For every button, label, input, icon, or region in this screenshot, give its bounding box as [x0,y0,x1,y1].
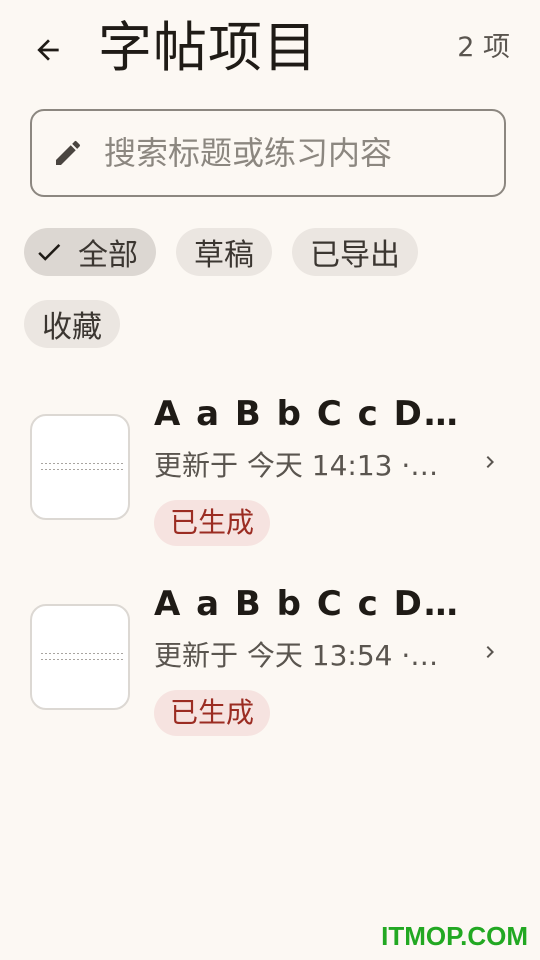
filter-chip-label: 全部 [78,238,138,273]
filter-chip-favorites[interactable]: 收藏 [24,300,120,348]
item-title: A a B b C c D d … [154,394,464,434]
pencil-icon [52,137,84,169]
filter-chip-label: 已导出 [310,238,400,273]
copybook-thumbnail [30,414,130,520]
status-badge: 已生成 [154,690,271,736]
copybook-thumbnail [30,604,130,710]
check-icon [34,237,64,267]
item-subtitle: 更新于 今天 14:13 ·… [154,449,439,482]
back-button[interactable] [24,28,72,72]
filter-chip-drafts[interactable]: 草稿 [176,228,272,276]
filter-chip-label: 草稿 [194,238,254,273]
search-field[interactable] [30,109,506,197]
chevron-right-icon [478,450,502,474]
item-count: 2 项 [457,32,510,63]
top-app-bar: 字帖项目 2 项 [0,0,540,100]
filter-chip-exported[interactable]: 已导出 [292,228,418,276]
item-title: A a B b C c D d … [154,584,464,624]
filter-chip-all[interactable]: 全部 [24,228,156,276]
item-subtitle: 更新于 今天 13:54 ·… [154,639,439,672]
page-title: 字帖项目 [98,16,318,79]
status-badge: 已生成 [154,500,271,546]
list-item[interactable]: A a B b C c D d … 更新于 今天 14:13 ·… 已生成 [0,392,540,562]
search-input[interactable] [102,133,486,173]
watermark-logo: ITMOP.COM [381,921,528,951]
arrow-left-icon [37,39,59,61]
filter-chip-label: 收藏 [42,310,102,345]
chevron-right-icon [478,640,502,664]
list-item[interactable]: A a B b C c D d … 更新于 今天 13:54 ·… 已生成 [0,582,540,752]
